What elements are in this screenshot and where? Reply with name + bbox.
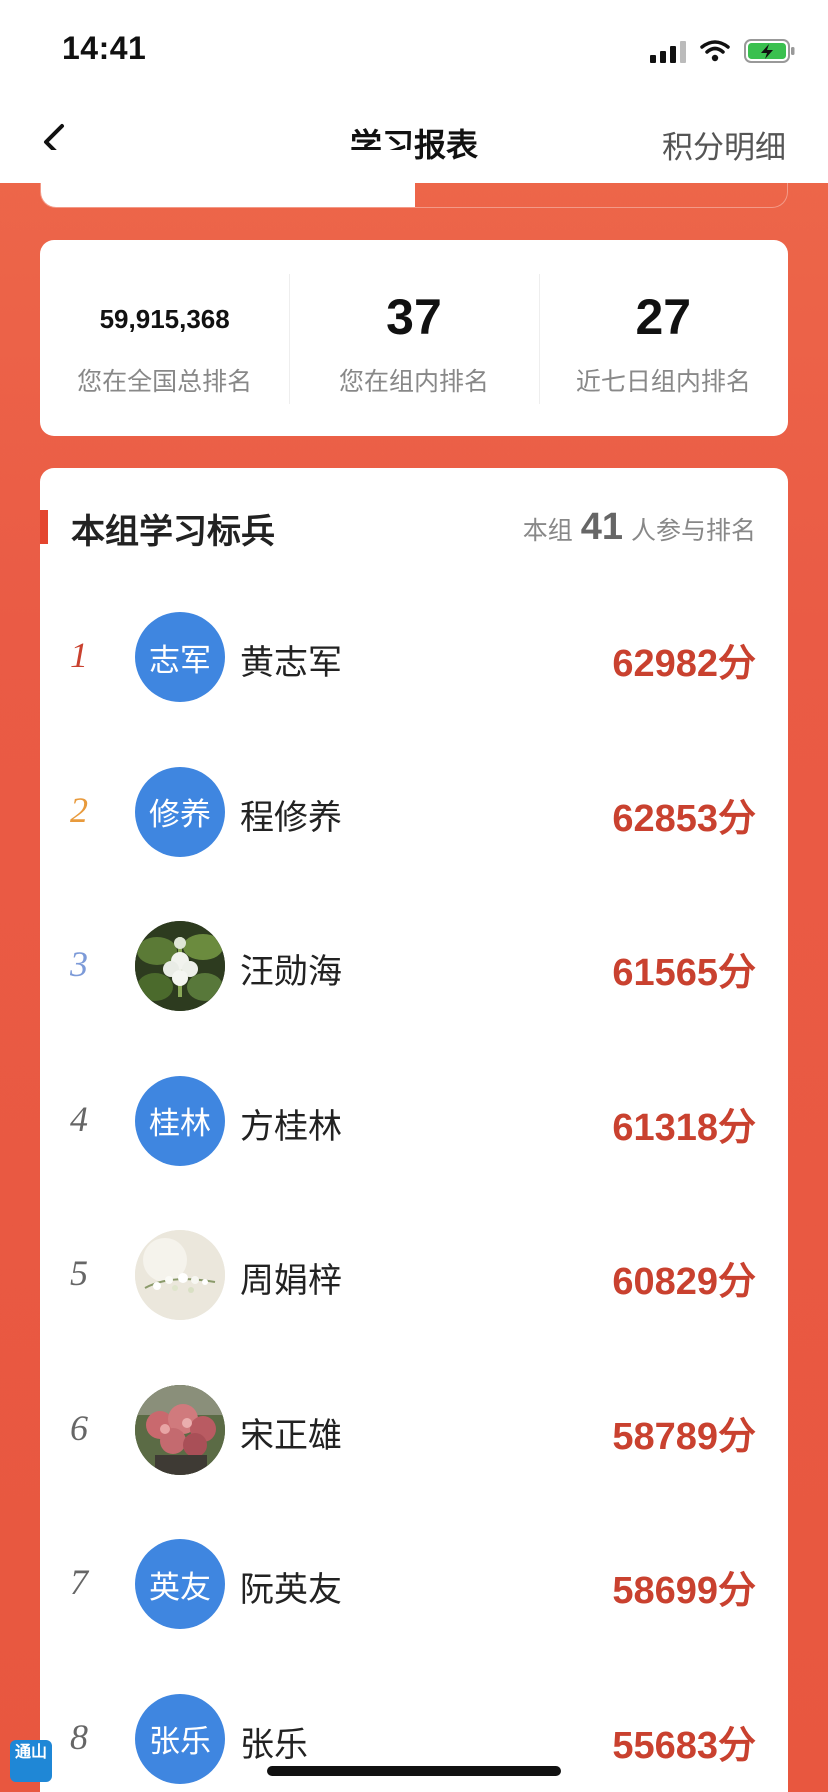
member-name: 宋正雄	[240, 1415, 342, 1456]
member-name: 汪勋海	[240, 952, 342, 992]
group-rank-stat: 37 您在组内排名	[289, 240, 538, 436]
tab-left[interactable]	[41, 150, 415, 207]
member-name: 方桂林	[240, 1106, 342, 1147]
leaderboard-row[interactable]: 1 志军 黄志军 62982分	[40, 580, 788, 735]
national-rank-stat: 59,915,368 您在全国总排名	[40, 240, 289, 436]
rank-number: 2	[70, 789, 88, 830]
rank-number: 6	[70, 1407, 88, 1448]
weekly-group-rank-value: 27	[635, 289, 692, 345]
participants-summary: 本组 41 人参与排名	[523, 506, 756, 549]
avatar: 志军	[135, 612, 225, 702]
member-score: 62853分	[612, 797, 756, 840]
cell-signal-icon	[650, 39, 686, 63]
rank-number: 8	[70, 1716, 88, 1757]
app-logo[interactable]: 通山	[10, 1740, 52, 1782]
ranking-stats-card: 59,915,368 您在全国总排名 37 您在组内排名 27 近七日组内排名	[40, 240, 788, 436]
rank-number: 5	[70, 1253, 88, 1293]
national-rank-value: 59,915,368	[99, 304, 230, 334]
member-name: 周娟梓	[240, 1261, 342, 1301]
member-score: 61565分	[612, 952, 756, 994]
avatar: 修养	[135, 766, 225, 857]
leaderboard-row[interactable]: 5 周娟梓 60829分	[40, 1198, 788, 1353]
leaderboard-list: 1 志军 黄志军 62982分 2 修养 程修养 62853分 3 汪勋海 61…	[40, 580, 788, 1792]
member-name: 张乐	[240, 1724, 308, 1765]
flower-photo-icon	[135, 921, 225, 1011]
avatar: 张乐	[135, 1693, 225, 1784]
group-rank-label: 您在组内排名	[338, 367, 489, 396]
status-time: 14:41	[62, 30, 147, 66]
group-leaderboard-card: 本组学习标兵 本组 41 人参与排名 1 志军 黄志军 62982分 2 修养 …	[40, 468, 788, 1792]
leaderboard-row[interactable]: 2 修养 程修养 62853分	[40, 735, 788, 890]
participants-prefix: 本组	[522, 516, 573, 545]
member-score: 61318分	[612, 1106, 756, 1149]
avatar: 英友	[135, 1539, 225, 1629]
participants-count: 41	[580, 506, 623, 548]
wifi-icon	[700, 40, 730, 62]
leaderboard-row[interactable]: 3 汪勋海 61565分	[40, 889, 788, 1044]
member-score: 60829分	[612, 1261, 756, 1303]
plant-photo-icon	[135, 1384, 225, 1475]
member-name: 阮英友	[240, 1570, 342, 1610]
leaderboard-row[interactable]: 4 桂林 方桂林 61318分	[40, 1044, 788, 1199]
weekly-group-rank-stat: 27 近七日组内排名	[538, 240, 788, 436]
home-indicator[interactable]	[267, 1766, 561, 1776]
avatar: 桂林	[135, 1075, 225, 1166]
rank-number: 3	[70, 944, 88, 984]
member-name: 程修养	[240, 797, 342, 838]
rank-number: 7	[70, 1562, 88, 1602]
leaderboard-title: 本组学习标兵	[71, 512, 275, 552]
rank-number: 1	[70, 635, 88, 675]
leaderboard-row[interactable]: 6 宋正雄 58789分	[40, 1353, 788, 1508]
report-tabs	[40, 150, 788, 208]
blossom-photo-icon	[135, 1230, 225, 1320]
section-accent-bar	[40, 510, 48, 544]
weekly-group-rank-label: 近七日组内排名	[575, 367, 751, 396]
group-rank-value: 37	[386, 289, 442, 345]
member-name: 黄志军	[240, 643, 342, 683]
battery-icon	[744, 39, 795, 63]
member-score: 55683分	[612, 1724, 756, 1767]
leaderboard-row[interactable]: 7 英友 阮英友 58699分	[40, 1507, 788, 1662]
member-score: 62982分	[612, 643, 756, 685]
status-icons	[650, 36, 796, 66]
member-score: 58699分	[612, 1570, 756, 1612]
member-score: 58789分	[612, 1415, 756, 1458]
national-rank-label: 您在全国总排名	[77, 367, 253, 396]
rank-number: 4	[70, 1098, 88, 1139]
participants-suffix: 人参与排名	[630, 516, 756, 545]
tab-right[interactable]	[415, 150, 787, 207]
